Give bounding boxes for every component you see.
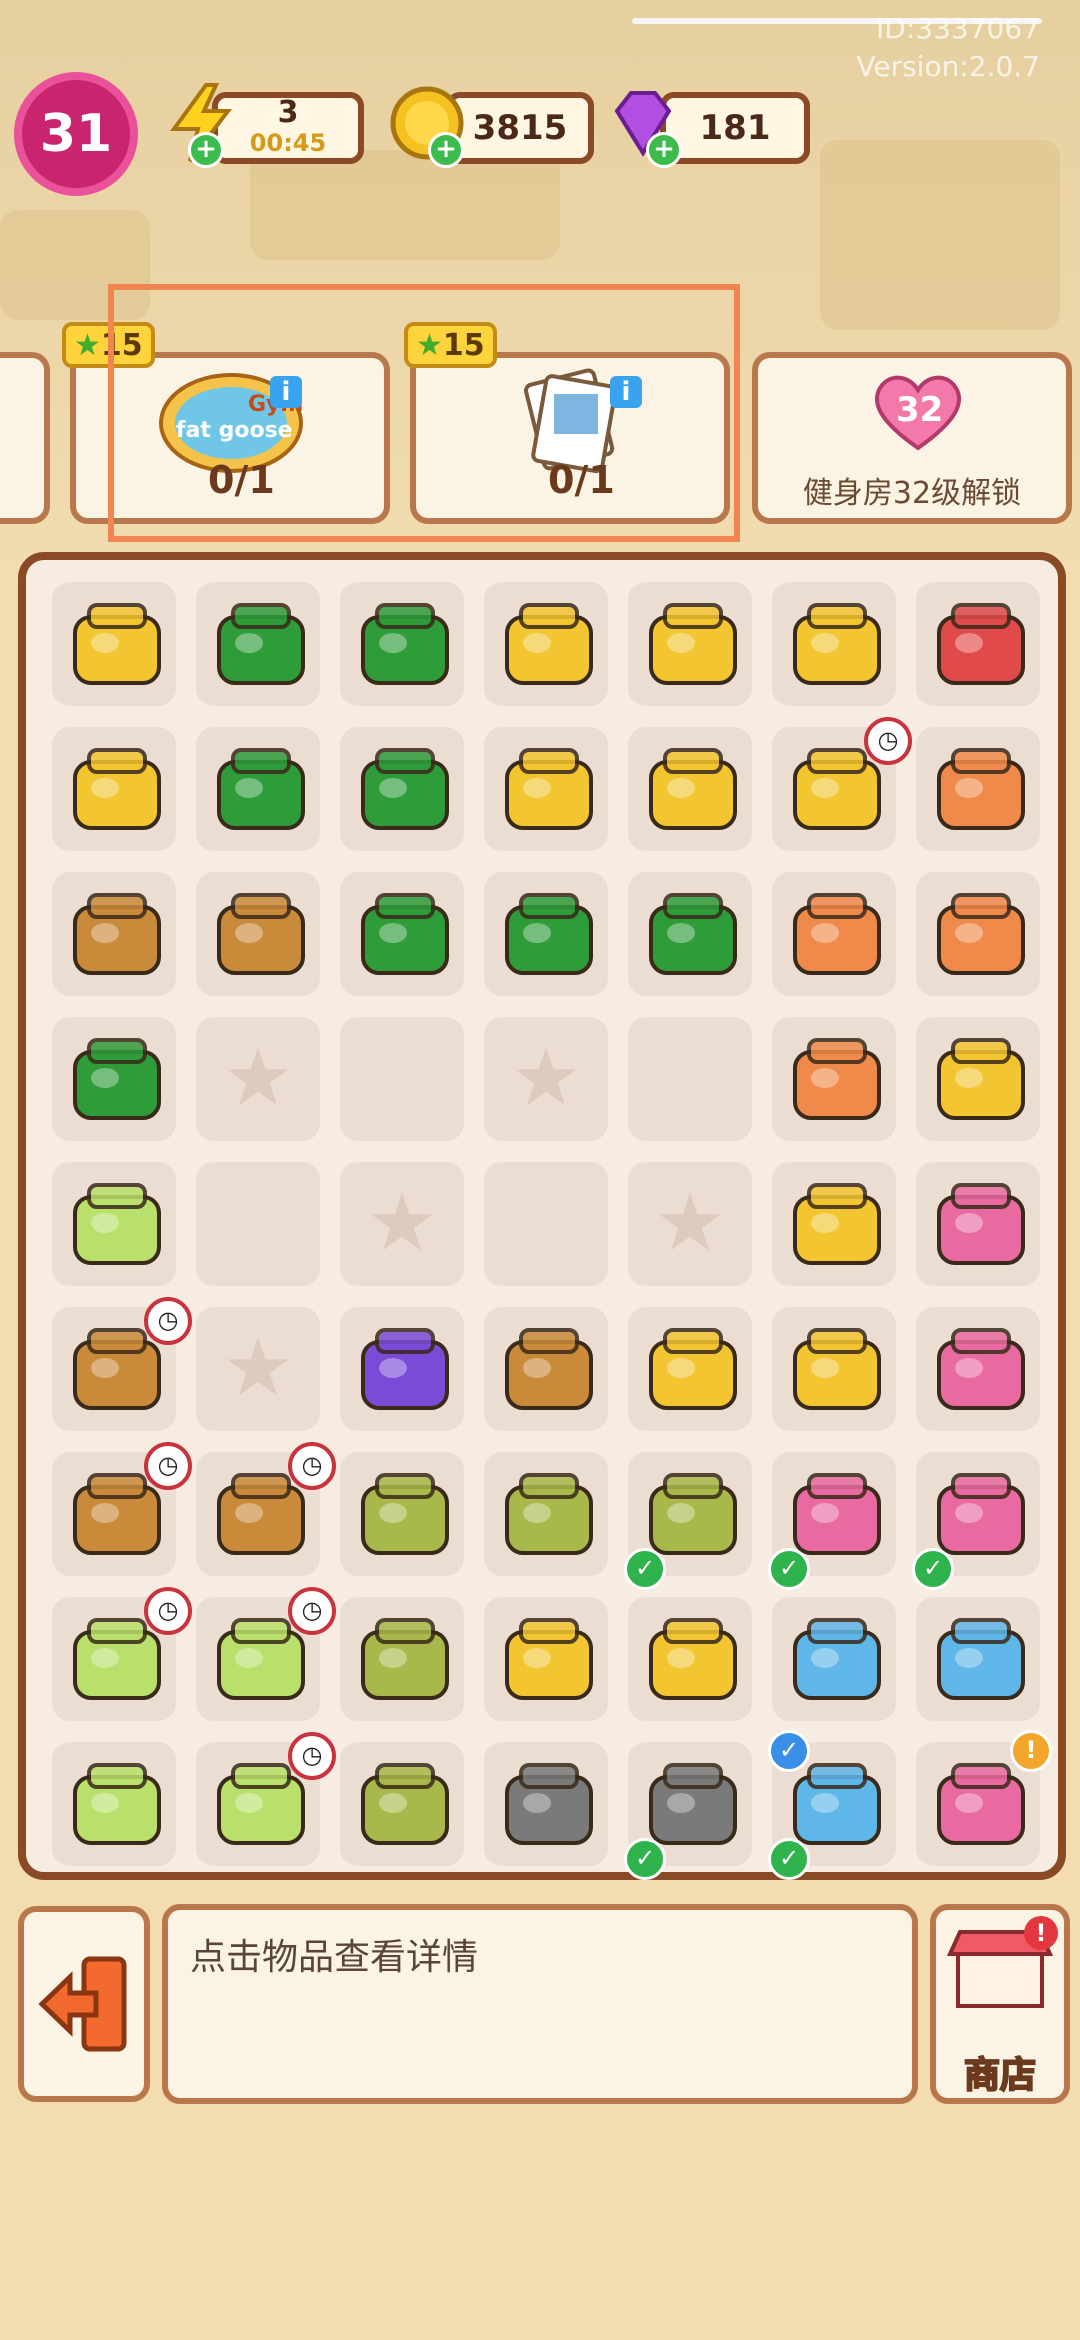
highlight-frame <box>108 284 740 542</box>
checkmark-icon: ✓ <box>912 1548 954 1590</box>
yellow-bucket-icon[interactable] <box>778 586 896 704</box>
weights-cart-icon[interactable] <box>58 731 176 849</box>
timer-clock-icon: ◷ <box>144 1297 192 1345</box>
resistance-band-icon[interactable] <box>346 1311 464 1429</box>
player-id: ID:3337067 <box>876 12 1040 45</box>
jump-rope-box-icon[interactable] <box>202 876 320 994</box>
gold-coin-icon[interactable] <box>778 1166 896 1284</box>
timer-clock-icon: ◷ <box>288 1587 336 1635</box>
shop-button[interactable]: ! 商店 <box>930 1904 1070 2104</box>
dumbbell-cart-icon[interactable] <box>58 586 176 704</box>
checkmark-icon: ✓ <box>768 1548 810 1590</box>
timer-clock-icon: ◷ <box>864 717 912 765</box>
plant-bucket-icon[interactable] <box>634 586 752 704</box>
inventory-slot-empty[interactable] <box>628 1017 752 1141</box>
coin-pile-icon[interactable] <box>634 1311 752 1429</box>
potted-plant-icon[interactable] <box>490 1456 608 1574</box>
inventory-slot-empty[interactable] <box>340 1017 464 1141</box>
timer-clock-icon: ◷ <box>288 1442 336 1490</box>
gems-value: 181 <box>699 108 771 148</box>
background-furniture <box>820 140 1060 330</box>
hammer-icon[interactable] <box>922 731 1040 849</box>
add-energy-icon[interactable]: + <box>188 132 224 168</box>
printer-icon[interactable] <box>922 1601 1040 1719</box>
heart-level-icon: 32 <box>870 372 966 452</box>
brick-pile-icon[interactable] <box>922 1311 1040 1429</box>
duck-shopping-cart-icon[interactable] <box>490 586 608 704</box>
item-detail-hint: 点击物品查看详情 <box>190 1937 479 1978</box>
empty-star-icon: ★ <box>510 1030 582 1124</box>
utility-knife-icon[interactable] <box>778 876 896 994</box>
alert-icon: ! <box>1010 1730 1052 1772</box>
small-toolbox-icon[interactable] <box>58 1021 176 1139</box>
robot-vacuum-icon[interactable] <box>778 1601 896 1719</box>
empty-star-icon: ★ <box>222 1030 294 1124</box>
exit-door-icon <box>38 1956 127 2052</box>
empty-star-icon: ★ <box>654 1175 726 1269</box>
green-star-icon: ★ <box>74 327 101 363</box>
pink-bricks-icon[interactable] <box>922 1166 1040 1284</box>
boxing-glove-icon[interactable] <box>490 1311 608 1429</box>
unlock-level: 32 <box>896 390 944 430</box>
empty-star-icon: ★ <box>222 1320 294 1414</box>
screwdriver-icon[interactable] <box>634 876 752 994</box>
paint-bucket-icon[interactable] <box>490 1601 608 1719</box>
player-level: 31 <box>39 104 113 164</box>
blue-checkmark-icon: ✓ <box>768 1730 810 1772</box>
add-coins-icon[interactable]: + <box>428 132 464 168</box>
card-edge-left[interactable] <box>0 352 50 524</box>
locked-card[interactable]: 32 健身房32级解锁 <box>752 352 1072 524</box>
version-info: ID:3337067 Version:2.0.7 <box>856 10 1040 86</box>
inventory-board: ◷ ★ ★ ★ ★ ◷ ★ ◷ ◷ ✓ ✓ ✓ ◷ ◷ ◷ ✓ ✓ ✓! <box>18 552 1066 1880</box>
exit-button[interactable] <box>18 1906 150 2102</box>
shop-notification-icon: ! <box>1024 1916 1058 1950</box>
tape-measure-icon[interactable] <box>922 876 1040 994</box>
checkmark-icon: ✓ <box>624 1838 666 1880</box>
item-detail-panel: 点击物品查看详情 <box>162 1904 918 2104</box>
checkmark-icon: ✓ <box>768 1838 810 1880</box>
wheelbarrow-icon[interactable] <box>922 586 1040 704</box>
timer-clock-icon: ◷ <box>144 1587 192 1635</box>
work-glove-icon[interactable] <box>58 1166 176 1284</box>
wrench-icon[interactable] <box>490 876 608 994</box>
shopping-cart-icon[interactable] <box>634 731 752 849</box>
background-furniture <box>250 150 560 260</box>
energy-timer: 00:45 <box>249 129 327 157</box>
unlock-label: 健身房32级解锁 <box>802 476 1022 511</box>
timer-clock-icon: ◷ <box>144 1442 192 1490</box>
version-label: Version:2.0.7 <box>856 50 1040 83</box>
seed-sack-stack-icon[interactable] <box>346 1746 464 1864</box>
paint-bucket-icon[interactable] <box>634 1601 752 1719</box>
green-toolbox-icon[interactable] <box>202 586 320 704</box>
seed-bag-icon[interactable] <box>346 1456 464 1574</box>
green-toolbox-icon[interactable] <box>346 731 464 849</box>
empty-star-icon: ★ <box>366 1175 438 1269</box>
coin-stack-icon[interactable] <box>922 1021 1040 1139</box>
seed-bag-icon[interactable] <box>346 1601 464 1719</box>
coins-value: 3815 <box>472 108 568 148</box>
add-gems-icon[interactable]: + <box>646 132 682 168</box>
player-level-badge[interactable]: 31 <box>14 72 138 196</box>
pencil-icon[interactable] <box>778 1021 896 1139</box>
paint-tub-icon[interactable] <box>490 1746 608 1864</box>
laptop-icon[interactable] <box>58 1746 176 1864</box>
shop-label: 商店 <box>963 2054 1037 2097</box>
yellow-basket-icon[interactable] <box>490 731 608 849</box>
inventory-slot-empty[interactable] <box>196 1162 320 1286</box>
green-toolbox-icon[interactable] <box>202 731 320 849</box>
energy-value: 3 <box>277 95 299 130</box>
pliers-icon[interactable] <box>346 876 464 994</box>
timer-clock-icon: ◷ <box>288 1732 336 1780</box>
inventory-slot-empty[interactable] <box>484 1162 608 1286</box>
green-toolbox-icon[interactable] <box>346 586 464 704</box>
dumbbell-box-icon[interactable] <box>58 876 176 994</box>
coin-tower-icon[interactable] <box>778 1311 896 1429</box>
checkmark-icon: ✓ <box>624 1548 666 1590</box>
